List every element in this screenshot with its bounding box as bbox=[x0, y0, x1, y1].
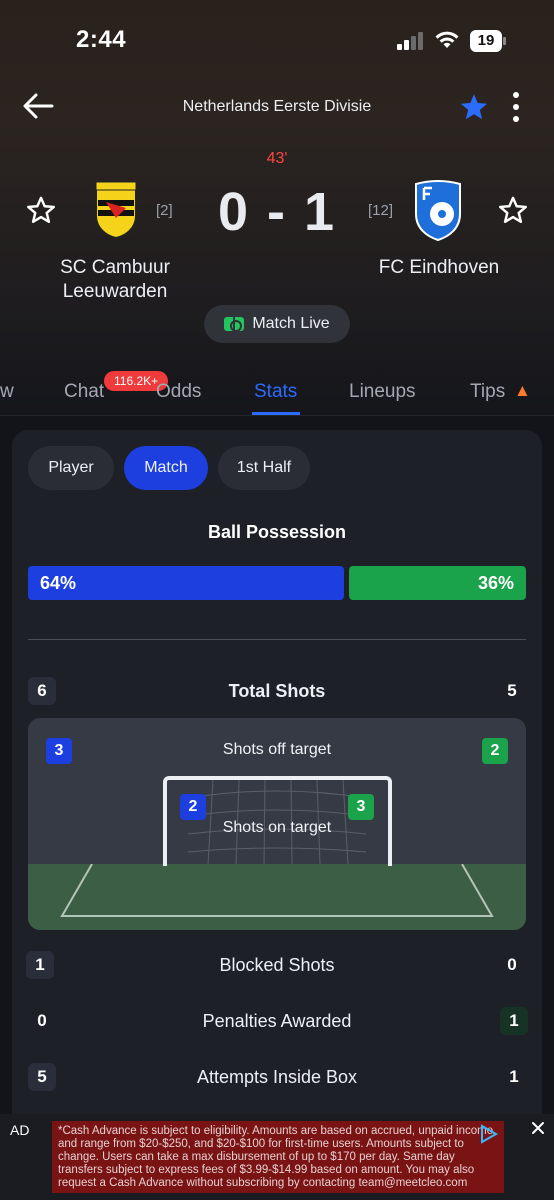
back-arrow-icon[interactable] bbox=[22, 92, 54, 120]
shots-on-target-away: 3 bbox=[348, 794, 374, 820]
away-possession-bar: 36% bbox=[349, 566, 526, 600]
tab-lineups[interactable]: Lineups bbox=[349, 381, 416, 403]
wifi-icon bbox=[435, 31, 459, 48]
home-team-crest-icon bbox=[95, 181, 137, 240]
home-team-rank: [2] bbox=[156, 202, 173, 219]
tab-odds[interactable]: Odds bbox=[156, 381, 201, 403]
tab-overview[interactable]: w bbox=[0, 381, 14, 403]
shots-on-target-label: Shots on target bbox=[222, 819, 332, 836]
blocked-shots-label: Blocked Shots bbox=[219, 955, 335, 975]
match-live-button[interactable]: Match Live bbox=[204, 305, 350, 343]
total-shots-away: 5 bbox=[507, 681, 517, 700]
total-shots-home: 6 bbox=[28, 677, 56, 705]
cellular-signal-icon bbox=[397, 32, 423, 50]
home-possession-bar: 64% bbox=[28, 566, 344, 600]
tab-stats[interactable]: Stats bbox=[254, 381, 297, 403]
ad-label: AD bbox=[10, 1122, 30, 1138]
attempts-inside-box-label: Attempts Inside Box bbox=[196, 1067, 358, 1087]
penalty-box-lines bbox=[60, 863, 494, 917]
more-options-icon[interactable] bbox=[505, 92, 527, 122]
blocked-shots-home: 1 bbox=[26, 951, 54, 979]
match-live-label: Match Live bbox=[252, 315, 330, 332]
shots-on-target-home: 2 bbox=[180, 794, 206, 820]
battery-level: 19 bbox=[477, 32, 495, 49]
penalties-awarded-away: 1 bbox=[500, 1007, 528, 1035]
league-title: Netherlands Eerste Divisie bbox=[182, 98, 372, 115]
tabs-divider bbox=[0, 415, 554, 416]
section-divider bbox=[28, 639, 526, 640]
blocked-shots-away: 0 bbox=[507, 955, 517, 974]
penalties-awarded-label: Penalties Awarded bbox=[202, 1011, 352, 1031]
home-team-star-icon[interactable] bbox=[26, 196, 56, 224]
home-team-name-line1: SC Cambuur bbox=[60, 257, 170, 278]
home-team-name-line2: Leeuwarden bbox=[62, 281, 168, 302]
penalties-awarded-home: 0 bbox=[37, 1011, 47, 1030]
away-team-name[interactable]: FC Eindhoven bbox=[360, 256, 518, 280]
home-team-name[interactable]: SC Cambuur Leeuwarden bbox=[40, 256, 190, 304]
pitch-icon bbox=[224, 317, 245, 332]
filter-match[interactable]: Match bbox=[124, 446, 208, 490]
total-shots-label: Total Shots bbox=[228, 681, 326, 701]
ad-play-icon[interactable] bbox=[478, 1124, 500, 1144]
battery-icon: 19 bbox=[470, 30, 506, 52]
fire-icon: ▲ bbox=[514, 381, 531, 400]
match-score: 0 - 1 bbox=[217, 182, 337, 242]
filter-player[interactable]: Player bbox=[28, 446, 114, 490]
tab-chat[interactable]: Chat bbox=[64, 381, 104, 403]
shots-off-target-label: Shots off target bbox=[222, 741, 332, 758]
pitch-area bbox=[28, 863, 526, 930]
away-team-rank: [12] bbox=[368, 202, 394, 219]
tab-tips[interactable]: Tips bbox=[470, 381, 505, 403]
filter-first-half[interactable]: 1st Half bbox=[218, 446, 310, 490]
away-team-star-icon[interactable] bbox=[498, 196, 528, 224]
attempts-inside-box-home: 5 bbox=[28, 1063, 56, 1091]
attempts-inside-box-away: 1 bbox=[509, 1067, 519, 1086]
shots-off-target-home: 3 bbox=[46, 738, 72, 764]
close-icon[interactable] bbox=[530, 1120, 546, 1136]
away-team-crest-icon bbox=[415, 180, 461, 242]
favorite-star-icon[interactable] bbox=[459, 93, 489, 121]
match-minute: 43' bbox=[266, 150, 288, 167]
ball-possession-title: Ball Possession bbox=[207, 522, 347, 542]
shots-off-target-away: 2 bbox=[482, 738, 508, 764]
status-time: 2:44 bbox=[76, 26, 127, 53]
ad-content[interactable]: *Cash Advance is subject to eligibility.… bbox=[52, 1121, 504, 1193]
